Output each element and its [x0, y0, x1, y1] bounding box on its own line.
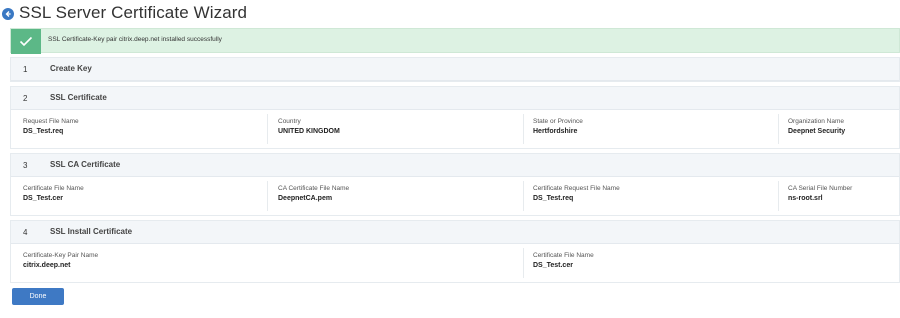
step-header[interactable]: 2 SSL Certificate	[11, 87, 899, 110]
field-organization-name: Organization Name Deepnet Security	[788, 118, 845, 135]
field-certificate-key-pair-name: Certificate-Key Pair Name citrix.deep.ne…	[23, 252, 98, 269]
back-arrow-icon[interactable]	[2, 8, 14, 20]
step-number: 3	[23, 161, 28, 170]
column-divider	[523, 114, 524, 144]
step-number: 1	[23, 65, 28, 74]
field-label: Request File Name	[23, 118, 79, 125]
field-value: DS_Test.req	[533, 195, 574, 202]
done-button[interactable]: Done	[12, 288, 64, 305]
field-value: citrix.deep.net	[23, 262, 71, 269]
field-certificate-request-file-name: Certificate Request File Name DS_Test.re…	[533, 185, 620, 202]
step-ssl-certificate: 2 SSL Certificate Request File Name DS_T…	[10, 86, 900, 149]
step-create-key: 1 Create Key	[10, 57, 900, 82]
step-title: SSL Certificate	[50, 93, 107, 102]
column-divider	[267, 114, 268, 144]
field-value: UNITED KINGDOM	[278, 128, 340, 135]
column-divider	[778, 114, 779, 144]
step-title: Create Key	[50, 64, 92, 73]
step-header[interactable]: 3 SSL CA Certificate	[11, 154, 899, 177]
page-header: SSL Server Certificate Wizard	[0, 0, 900, 28]
field-label: State or Province	[533, 118, 583, 125]
field-ca-certificate-file-name: CA Certificate File Name DeepnetCA.pem	[278, 185, 349, 202]
field-value: Deepnet Security	[788, 128, 846, 135]
checkmark-icon	[19, 36, 33, 47]
success-icon-box	[11, 29, 41, 54]
field-country: Country UNITED KINGDOM	[278, 118, 340, 135]
step-body: Certificate File Name DS_Test.cer CA Cer…	[11, 177, 899, 215]
field-request-file-name: Request File Name DS_Test.req	[23, 118, 79, 135]
step-ssl-ca-certificate: 3 SSL CA Certificate Certificate File Na…	[10, 153, 900, 216]
field-state-or-province: State or Province Hertfordshire	[533, 118, 583, 135]
field-label: Certificate-Key Pair Name	[23, 252, 99, 259]
step-header[interactable]: 1 Create Key	[11, 58, 899, 81]
column-divider	[523, 248, 524, 278]
column-divider	[778, 181, 779, 211]
success-message: SSL Certificate-Key pair citrix.deep.net…	[48, 36, 222, 43]
field-value: DS_Test.cer	[23, 195, 63, 202]
step-header[interactable]: 4 SSL Install Certificate	[11, 221, 899, 244]
step-number: 4	[23, 228, 28, 237]
field-label: Certificate File Name	[533, 252, 594, 259]
field-label: Organization Name	[788, 118, 844, 125]
step-title: SSL Install Certificate	[50, 227, 133, 236]
step-body: Certificate-Key Pair Name citrix.deep.ne…	[11, 244, 899, 282]
field-value: ns-root.srl	[788, 195, 823, 202]
field-value: DS_Test.cer	[533, 262, 573, 269]
step-title: SSL CA Certificate	[50, 160, 121, 169]
step-body: Request File Name DS_Test.req Country UN…	[11, 110, 899, 148]
field-label: CA Certificate File Name	[278, 185, 350, 192]
field-label: CA Serial File Number	[788, 185, 853, 192]
field-label: Country	[278, 118, 301, 125]
field-label: Certificate File Name	[23, 185, 84, 192]
field-certificate-file-name: Certificate File Name DS_Test.cer	[533, 252, 594, 269]
field-ca-serial-file-number: CA Serial File Number ns-root.srl	[788, 185, 852, 202]
field-label: Certificate Request File Name	[533, 185, 620, 192]
field-value: Hertfordshire	[533, 128, 578, 135]
page-title: SSL Server Certificate Wizard	[19, 3, 248, 22]
field-value: DS_Test.req	[23, 128, 64, 135]
success-banner: SSL Certificate-Key pair citrix.deep.net…	[10, 28, 900, 54]
column-divider	[267, 181, 268, 211]
field-certificate-file-name: Certificate File Name DS_Test.cer	[23, 185, 84, 202]
step-ssl-install-certificate: 4 SSL Install Certificate Certificate-Ke…	[10, 220, 900, 283]
field-value: DeepnetCA.pem	[278, 195, 333, 202]
step-number: 2	[23, 94, 28, 103]
column-divider	[523, 181, 524, 211]
